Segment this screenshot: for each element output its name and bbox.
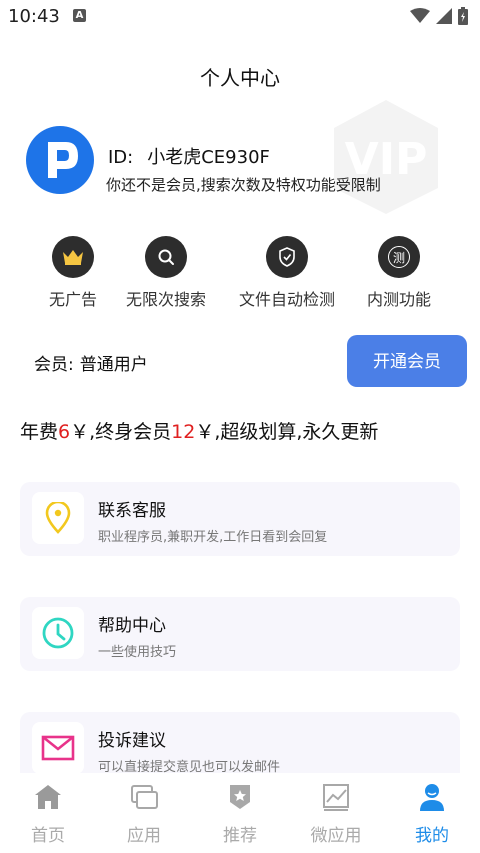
nav-item-apps[interactable]: 应用 xyxy=(96,779,192,846)
card-title: 帮助中心 xyxy=(98,616,166,636)
user-icon xyxy=(420,784,444,811)
feature-beta[interactable]: 测 内测功能 xyxy=(339,236,459,310)
feature-label: 无限次搜索 xyxy=(125,290,206,309)
cell-signal-icon xyxy=(436,8,452,24)
feature-icon-circle xyxy=(145,236,187,278)
page-title: 个人中心 xyxy=(200,66,280,90)
status-time: 10:43 xyxy=(8,6,60,27)
user-id-row: ID: 小老虎CE930F xyxy=(108,143,270,169)
feature-file-detection[interactable]: 文件自动检测 xyxy=(227,236,347,310)
membership-label: 会员: xyxy=(34,355,74,375)
feature-icon-circle xyxy=(266,236,308,278)
vip-watermark-icon: VIP xyxy=(334,100,438,214)
feature-label: 文件自动检测 xyxy=(238,290,335,309)
search-icon xyxy=(158,249,174,265)
battery-icon xyxy=(458,7,468,25)
bottom-nav: 首页 应用 推荐 微应用 我的 xyxy=(0,773,480,853)
card-help-center[interactable]: 帮助中心 一些使用技巧 xyxy=(20,597,460,671)
mail-icon xyxy=(41,735,75,761)
nav-item-mine[interactable]: 我的 xyxy=(384,779,480,846)
p-logo-icon xyxy=(48,142,78,178)
shield-icon xyxy=(279,247,295,267)
username: 小老虎CE930F xyxy=(147,147,270,168)
status-icons xyxy=(410,7,468,25)
nav-item-home[interactable]: 首页 xyxy=(0,779,96,846)
nav-label: 我的 xyxy=(415,826,449,846)
beta-icon: 测 xyxy=(388,246,410,268)
pricing-part: ￥,终身会员 xyxy=(70,421,172,443)
card-title: 投诉建议 xyxy=(98,731,166,751)
pricing-part: ￥,超级划算,永久更新 xyxy=(195,421,379,443)
notification-icon: A xyxy=(73,9,86,22)
membership-status: 会员: 普通用户 xyxy=(34,350,148,375)
avatar[interactable] xyxy=(26,126,94,194)
chart-icon xyxy=(323,784,349,811)
screen: 10:43 A 个人中心 VIP ID: 小老虎CE930F 你还不是会员,搜索次… xyxy=(0,0,480,853)
feature-icon-circle xyxy=(52,236,94,278)
nav-item-micro-apps[interactable]: 微应用 xyxy=(288,779,384,846)
nav-label: 应用 xyxy=(127,826,161,846)
home-icon xyxy=(35,785,61,809)
pricing-text: 年费6￥,终身会员12￥,超级划算,永久更新 xyxy=(20,417,378,444)
card-icon-box xyxy=(32,607,84,659)
clock-icon xyxy=(42,617,74,649)
feature-list: 无广告 无限次搜索 文件自动检测 测 内测功能 xyxy=(0,236,480,316)
card-title: 联系客服 xyxy=(98,501,166,521)
card-icon-box xyxy=(32,722,84,774)
annual-price: 6 xyxy=(58,421,71,443)
location-pin-icon xyxy=(45,502,71,534)
pricing-part: 年费 xyxy=(20,421,59,443)
nav-item-recommend[interactable]: 推荐 xyxy=(192,779,288,846)
crown-icon xyxy=(63,250,83,265)
member-status-note: 你还不是会员,搜索次数及特权功能受限制 xyxy=(106,176,381,194)
lifetime-price: 12 xyxy=(171,421,196,443)
status-bar: 10:43 A xyxy=(0,0,480,34)
card-icon-box xyxy=(32,492,84,544)
wifi-icon xyxy=(410,8,430,23)
card-subtitle: 一些使用技巧 xyxy=(98,645,177,660)
nav-label: 推荐 xyxy=(223,826,257,846)
membership-value: 普通用户 xyxy=(79,355,148,375)
feature-icon-circle: 测 xyxy=(378,236,420,278)
recommend-icon xyxy=(230,785,250,809)
feature-label: 内测功能 xyxy=(366,290,431,309)
card-contact-support[interactable]: 联系客服 职业程序员,兼职开发,工作日看到会回复 xyxy=(20,482,460,556)
card-subtitle: 职业程序员,兼职开发,工作日看到会回复 xyxy=(98,530,328,545)
feature-unlimited-search[interactable]: 无限次搜索 xyxy=(106,236,226,310)
apps-icon xyxy=(131,785,158,809)
nav-label: 首页 xyxy=(31,826,65,846)
nav-label: 微应用 xyxy=(310,826,362,846)
id-label: ID: xyxy=(108,147,134,168)
open-membership-button[interactable]: 开通会员 xyxy=(347,335,467,387)
